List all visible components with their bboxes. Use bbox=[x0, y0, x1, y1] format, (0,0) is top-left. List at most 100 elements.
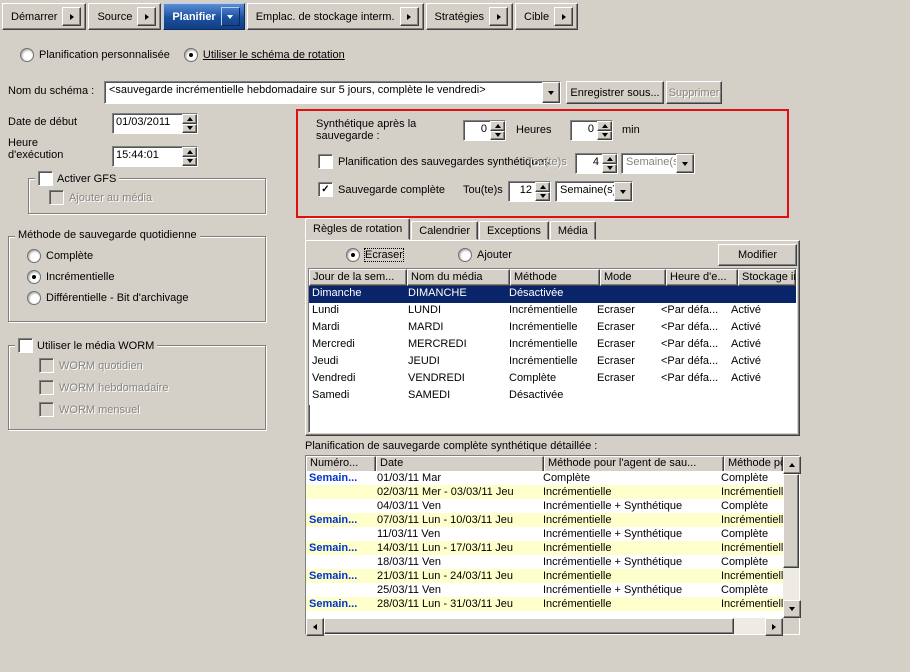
scroll-up-icon[interactable] bbox=[783, 456, 801, 474]
schedule-synthetic-option[interactable]: ✓ Planification des sauvegardes synthéti… bbox=[318, 154, 549, 169]
exec-time-field[interactable]: 15:44:01 bbox=[112, 146, 198, 167]
synthetic-minutes-field[interactable]: 0 bbox=[570, 120, 613, 141]
tab-media[interactable]: Média bbox=[550, 221, 596, 240]
table-row[interactable]: Mercredi MERCREDI Incrémentielle Ecraser… bbox=[309, 337, 796, 354]
scroll-down-icon[interactable] bbox=[783, 600, 801, 618]
worm-mensuel-option[interactable]: ✓ WORM mensuel bbox=[39, 402, 140, 417]
horizontal-scrollbar[interactable] bbox=[306, 618, 783, 634]
vertical-scroll-thumb[interactable] bbox=[783, 474, 799, 568]
spin-down-icon[interactable] bbox=[602, 164, 617, 174]
chevron-right-icon[interactable] bbox=[554, 7, 573, 26]
table-row[interactable]: 02/03/11 Mer - 03/03/11 Jeu Incrémentiel… bbox=[306, 485, 783, 499]
table-row[interactable]: Semain... 07/03/11 Lun - 10/03/11 Jeu In… bbox=[306, 513, 783, 527]
worm-hebdomadaire-option[interactable]: ✓ WORM hebdomadaire bbox=[39, 380, 168, 395]
spin-up-icon[interactable] bbox=[490, 121, 505, 131]
gfs-append-option[interactable]: ✓ Ajouter au média bbox=[49, 190, 152, 205]
chevron-right-icon[interactable] bbox=[400, 7, 419, 26]
horizontal-scroll-thumb[interactable] bbox=[324, 618, 734, 634]
radio-utiliser-schema-rotation[interactable]: Utiliser le schéma de rotation bbox=[184, 48, 345, 62]
table-row[interactable]: 18/03/11 Ven Incrémentielle + Synthétiqu… bbox=[306, 555, 783, 569]
minutes-value: 0 bbox=[571, 121, 597, 140]
scroll-right-icon[interactable] bbox=[765, 618, 783, 636]
spin-down-icon[interactable] bbox=[535, 192, 550, 202]
tab-calendrier[interactable]: Calendrier bbox=[411, 221, 478, 240]
column-header[interactable]: Nom du média bbox=[407, 269, 510, 286]
scrollbar-corner bbox=[783, 618, 799, 634]
worm-enable-option[interactable]: ✓ Utiliser le média WORM bbox=[15, 338, 157, 353]
chevron-down-icon[interactable] bbox=[676, 154, 694, 173]
exec-time-value: 15:44:01 bbox=[113, 147, 182, 166]
spin-up-icon[interactable] bbox=[182, 147, 197, 157]
full-unit-dropdown[interactable]: Semaine(s) bbox=[555, 181, 633, 202]
radio-ajouter[interactable]: Ajouter bbox=[458, 248, 512, 262]
wizard-tab-label: Emplac. de stockage interm. bbox=[256, 11, 395, 23]
table-row[interactable]: Semain... 21/03/11 Lun - 24/03/11 Jeu In… bbox=[306, 569, 783, 583]
gfs-enable-option[interactable]: ✓ Activer GFS bbox=[35, 171, 119, 186]
worm-quotidien-option[interactable]: ✓ WORM quotidien bbox=[39, 358, 143, 373]
table-row[interactable]: Dimanche DIMANCHE Désactivée bbox=[309, 286, 796, 303]
wizard-tab-cible[interactable]: Cible bbox=[515, 3, 578, 30]
vertical-scroll-track[interactable] bbox=[783, 474, 799, 600]
radio-planification-personnalisee[interactable]: Planification personnalisée bbox=[20, 48, 170, 62]
full-every-field[interactable]: 12 bbox=[508, 181, 551, 202]
chevron-down-icon[interactable] bbox=[614, 182, 632, 201]
full-backup-option[interactable]: ✓ Sauvegarde complète bbox=[318, 182, 445, 197]
schema-name-combobox[interactable]: <sauvegarde incrémentielle hebdomadaire … bbox=[104, 81, 561, 104]
radio-icon bbox=[458, 248, 472, 262]
checkbox-icon: ✓ bbox=[39, 402, 54, 417]
schedule-every-field[interactable]: 4 bbox=[575, 153, 618, 174]
wizard-tab-stockage-interm[interactable]: Emplac. de stockage interm. bbox=[247, 3, 424, 30]
chevron-down-icon[interactable] bbox=[221, 7, 240, 26]
spin-down-icon[interactable] bbox=[182, 124, 197, 134]
table-row[interactable]: Jeudi JEUDI Incrémentielle Ecraser <Par … bbox=[309, 354, 796, 371]
horizontal-scroll-track[interactable] bbox=[324, 618, 765, 634]
table-row[interactable]: Mardi MARDI Incrémentielle Ecraser <Par … bbox=[309, 320, 796, 337]
radio-complete[interactable]: Complète bbox=[27, 249, 93, 263]
vertical-scrollbar[interactable] bbox=[783, 456, 799, 618]
column-header[interactable]: Mode bbox=[600, 269, 666, 286]
delete-button[interactable]: Supprimer bbox=[666, 81, 722, 104]
wizard-tab-strategies[interactable]: Stratégies bbox=[426, 3, 514, 30]
table-row[interactable]: 11/03/11 Ven Incrémentielle + Synthétiqu… bbox=[306, 527, 783, 541]
wizard-tab-planifier[interactable]: Planifier bbox=[163, 3, 244, 30]
wizard-tab-demarrer[interactable]: Démarrer bbox=[2, 3, 86, 30]
detail-table-header: Numéro... Date Méthode pour l'agent de s… bbox=[306, 456, 783, 471]
synthetic-hours-field[interactable]: 0 bbox=[463, 120, 506, 141]
tab-regles-de-rotation[interactable]: Règles de rotation bbox=[305, 218, 410, 240]
radio-incrementielle[interactable]: Incrémentielle bbox=[27, 270, 114, 284]
radio-ecraser[interactable]: Ecraser bbox=[346, 248, 403, 262]
chevron-right-icon[interactable] bbox=[137, 7, 156, 26]
table-row[interactable]: Samedi SAMEDI Désactivée bbox=[309, 388, 796, 405]
spin-up-icon[interactable] bbox=[182, 114, 197, 124]
radio-icon bbox=[346, 248, 360, 262]
radio-differentielle[interactable]: Différentielle - Bit d'archivage bbox=[27, 291, 189, 305]
spin-up-icon[interactable] bbox=[597, 121, 612, 131]
table-row[interactable]: 25/03/11 Ven Incrémentielle + Synthétiqu… bbox=[306, 583, 783, 597]
tab-exceptions[interactable]: Exceptions bbox=[479, 221, 549, 240]
column-header[interactable]: Stockage int... bbox=[738, 269, 796, 286]
table-row[interactable]: Semain... 14/03/11 Lun - 17/03/11 Jeu In… bbox=[306, 541, 783, 555]
save-as-button[interactable]: Enregistrer sous... bbox=[566, 81, 664, 104]
column-header[interactable]: Heure d'e... bbox=[666, 269, 738, 286]
table-row[interactable]: Vendredi VENDREDI Complète Ecraser <Par … bbox=[309, 371, 796, 388]
table-row[interactable]: Lundi LUNDI Incrémentielle Ecraser <Par … bbox=[309, 303, 796, 320]
wizard-tab-source[interactable]: Source bbox=[88, 3, 161, 30]
spin-down-icon[interactable] bbox=[490, 131, 505, 141]
chevron-down-icon[interactable] bbox=[542, 82, 560, 103]
column-header[interactable]: Méthode bbox=[510, 269, 600, 286]
chevron-right-icon[interactable] bbox=[62, 7, 81, 26]
modify-button[interactable]: Modifier bbox=[718, 244, 797, 266]
spin-down-icon[interactable] bbox=[182, 157, 197, 167]
start-date-field[interactable]: 01/03/2011 bbox=[112, 113, 198, 134]
spin-down-icon[interactable] bbox=[597, 131, 612, 141]
table-row[interactable]: 04/03/11 Ven Incrémentielle + Synthétiqu… bbox=[306, 499, 783, 513]
table-row[interactable]: Semain... 01/03/11 Mar Complète Complète bbox=[306, 471, 783, 485]
wizard-tab-label: Démarrer bbox=[11, 11, 57, 23]
chevron-right-icon[interactable] bbox=[489, 7, 508, 26]
scroll-left-icon[interactable] bbox=[306, 618, 324, 636]
table-row[interactable]: Semain... 28/03/11 Lun - 31/03/11 Jeu In… bbox=[306, 597, 783, 611]
column-header[interactable]: Jour de la sem... bbox=[309, 269, 407, 286]
schedule-unit-dropdown[interactable]: Semaine(s) bbox=[621, 153, 695, 174]
spin-up-icon[interactable] bbox=[602, 154, 617, 164]
spin-up-icon[interactable] bbox=[535, 182, 550, 192]
